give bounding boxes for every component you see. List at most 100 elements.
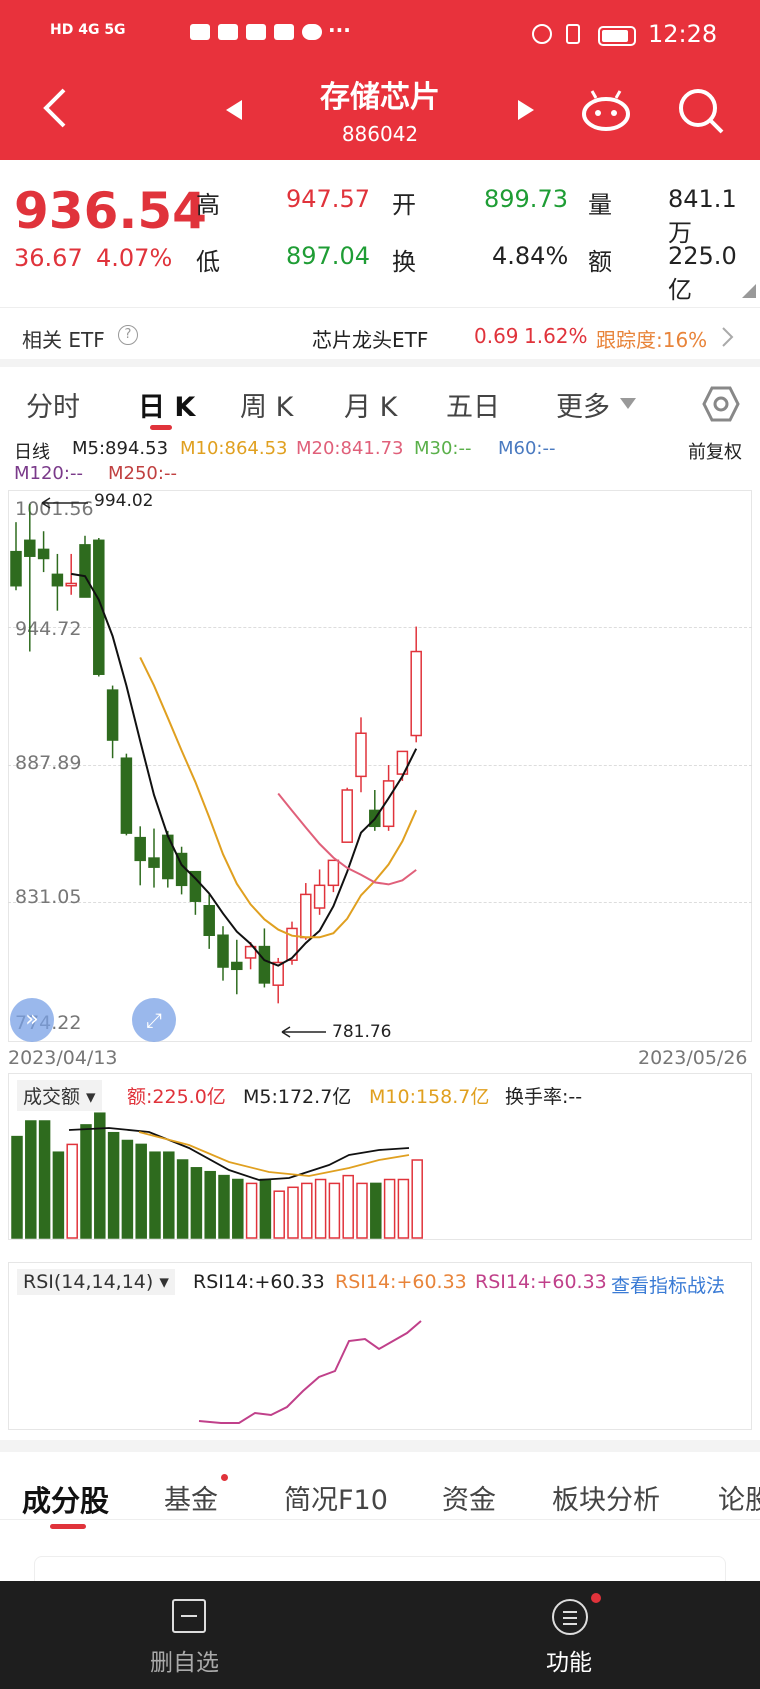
bottom-bar: 删自选 功能 — [0, 1581, 760, 1689]
etf-name: 芯片龙头ETF — [312, 328, 429, 352]
candle-body[interactable] — [120, 757, 133, 834]
period-tabs: 分时 日 K 周 K 月 K 五日 更多 — [0, 375, 760, 433]
price-change: 36.67 — [14, 244, 83, 272]
help-icon[interactable]: ? — [118, 325, 138, 345]
candle-body[interactable] — [231, 961, 243, 971]
remove-watchlist-label[interactable]: 删自选 — [150, 1643, 219, 1677]
rsi-panel[interactable]: RSI(14,14,14) ▾ RSI14:+60.33 RSI14:+60.3… — [8, 1262, 752, 1430]
candle-body[interactable] — [65, 582, 77, 587]
ma120-value: M120:-- — [14, 463, 83, 484]
tab-overview-f10[interactable]: 简况F10 — [284, 1478, 388, 1517]
volume-selector[interactable]: 成交额 ▾ — [17, 1080, 102, 1111]
candle-body[interactable] — [10, 550, 22, 587]
candle-body[interactable] — [355, 732, 367, 778]
mail-icon — [190, 24, 210, 40]
candle-body[interactable] — [258, 945, 271, 984]
function-menu-icon[interactable] — [552, 1599, 588, 1635]
alarm-icon — [532, 24, 552, 44]
candle-body[interactable] — [37, 548, 50, 560]
volume-bar — [328, 1182, 341, 1239]
more-dots-icon: ··· — [328, 18, 351, 42]
candle-body[interactable] — [134, 836, 146, 862]
candle-body[interactable] — [327, 859, 340, 887]
tab-daily-k[interactable]: 日 K — [138, 385, 195, 424]
adjust-label[interactable]: 前复权 — [688, 438, 742, 464]
volume-m10: M10:158.7亿 — [369, 1086, 490, 1108]
chevron-right-icon — [722, 327, 734, 347]
function-label[interactable]: 功能 — [546, 1643, 592, 1677]
etf-price: 0.69 — [474, 324, 519, 348]
next-arrow-icon[interactable] — [516, 98, 536, 122]
min-price-label: 781.76 — [332, 1022, 392, 1042]
candle-body[interactable] — [313, 884, 326, 909]
robot-chat-icon[interactable] — [580, 88, 632, 132]
candle-body[interactable] — [410, 650, 422, 737]
tab-capital[interactable]: 资金 — [442, 1478, 496, 1517]
quote-panel: 936.54 36.67 4.07% 高 947.57 低 897.04 开 8… — [0, 160, 760, 307]
volume-bar — [259, 1178, 272, 1239]
candle-body[interactable] — [217, 934, 229, 968]
notification-dot — [591, 1593, 601, 1603]
app-icon — [218, 24, 238, 40]
etf-section-label: 相关 ETF — [22, 328, 105, 352]
candle-body[interactable] — [203, 904, 215, 936]
low-label: 低 — [196, 248, 220, 276]
prev-arrow-icon[interactable] — [224, 98, 244, 122]
volume-bar — [411, 1159, 423, 1239]
tab-discussion[interactable]: 论股 — [718, 1478, 760, 1517]
volume-bar — [176, 1159, 189, 1239]
tab-intraday[interactable]: 分时 — [26, 385, 80, 424]
page-title: 存储芯片 — [320, 80, 440, 115]
candle-body[interactable] — [79, 544, 91, 598]
kline-chart[interactable] — [0, 489, 760, 1041]
music-icon — [274, 24, 294, 40]
candle-body[interactable] — [106, 689, 119, 741]
ma30-value: M30:-- — [414, 438, 472, 459]
volume-bar — [25, 1120, 37, 1239]
tab-more[interactable]: 更多 — [556, 385, 610, 424]
ma250-value: M250:-- — [108, 463, 177, 484]
tab-five-day[interactable]: 五日 — [446, 385, 500, 424]
turnover-label: 换 — [392, 248, 416, 276]
related-etf-row[interactable]: 相关 ETF ? 芯片龙头ETF 0.69 1.62% 跟踪度:16% — [0, 307, 760, 367]
volume-bar — [356, 1182, 368, 1239]
volume-bar — [149, 1151, 161, 1239]
volume-bar — [232, 1178, 244, 1239]
tab-constituents[interactable]: 成分股 — [22, 1478, 109, 1520]
app-icon — [246, 24, 266, 40]
volume-bar — [273, 1190, 285, 1239]
volume-m5-line — [68, 1127, 410, 1181]
rsi-value-3: RSI14:+60.33 — [475, 1271, 607, 1293]
search-icon[interactable] — [676, 86, 726, 136]
high-value: 947.57 — [286, 185, 370, 213]
settings-icon[interactable] — [702, 385, 740, 423]
tab-sector-analysis[interactable]: 板块分析 — [552, 1478, 660, 1517]
open-label: 开 — [392, 191, 416, 219]
volume-bar — [383, 1178, 396, 1239]
candle-body[interactable] — [51, 573, 64, 587]
rsi-value-1: RSI14:+60.33 — [193, 1271, 325, 1293]
remove-watchlist-icon[interactable] — [172, 1599, 206, 1633]
candle-body[interactable] — [148, 857, 160, 868]
candle-body[interactable] — [341, 789, 353, 843]
tab-monthly-k[interactable]: 月 K — [344, 385, 397, 424]
volume-turnover: 换手率:-- — [505, 1086, 583, 1108]
vibrate-icon — [566, 24, 580, 44]
fullscreen-icon[interactable]: ⤢ — [132, 998, 176, 1042]
candle-body[interactable] — [24, 539, 36, 557]
expand-corner-icon[interactable] — [742, 284, 756, 298]
back-icon[interactable] — [40, 86, 70, 130]
candle-body[interactable] — [300, 893, 312, 939]
tab-fund[interactable]: 基金 — [164, 1478, 218, 1517]
tab-weekly-k[interactable]: 周 K — [240, 385, 293, 424]
rsi-selector[interactable]: RSI(14,14,14) ▾ — [17, 1269, 175, 1295]
content-card — [34, 1556, 726, 1582]
chat-icon — [302, 24, 322, 40]
current-price: 936.54 — [14, 182, 207, 240]
draw-tool-icon[interactable]: » — [10, 998, 54, 1042]
volume-bar — [52, 1151, 65, 1239]
rsi-selector-label: RSI(14,14,14) — [23, 1271, 154, 1293]
volume-panel[interactable]: 成交额 ▾ 额:225.0亿 M5:172.7亿 M10:158.7亿 换手率:… — [8, 1073, 752, 1240]
volume-bar — [301, 1182, 313, 1239]
volume-amount: 额:225.0亿 — [127, 1086, 226, 1108]
